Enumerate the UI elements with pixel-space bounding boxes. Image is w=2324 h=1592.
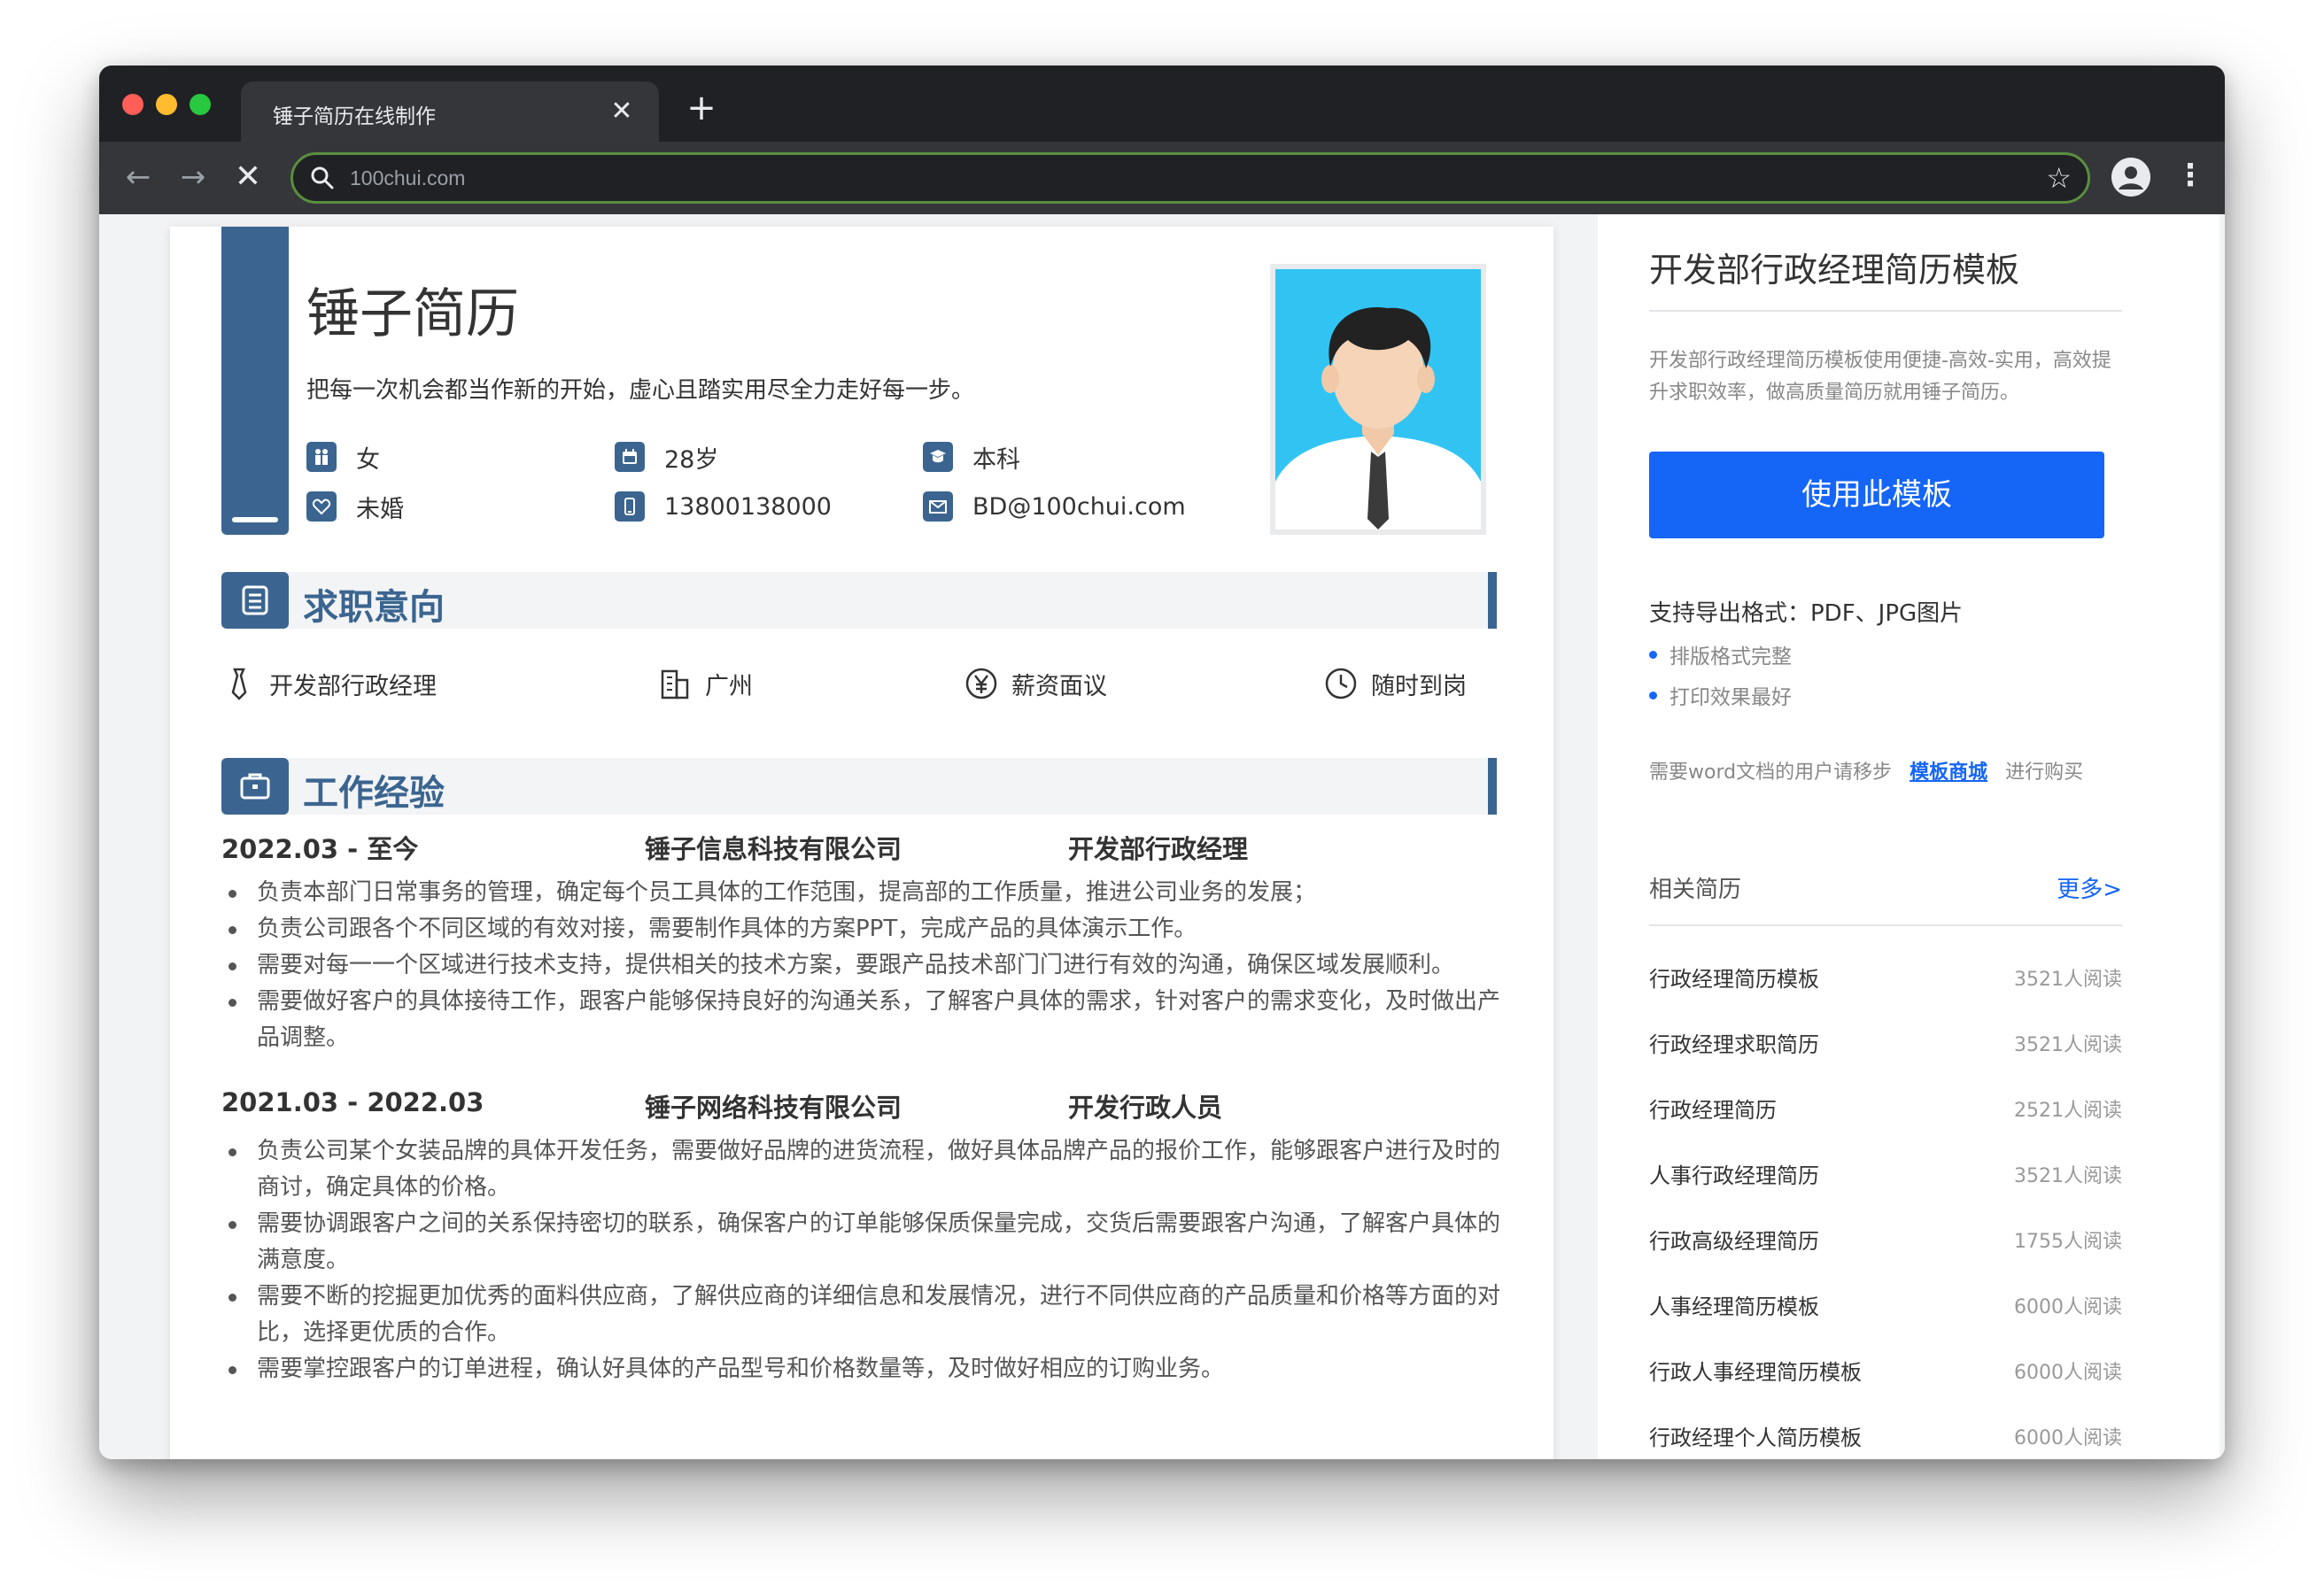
list-item: 需要不断的挖掘更加优秀的面料供应商，了解供应商的详细信息和发展情况，进行不同供应… <box>221 1279 1506 1351</box>
intent-availability: 随时到岗 <box>1323 664 1467 703</box>
minimize-window-button[interactable] <box>156 94 177 115</box>
related-item[interactable]: 行政经理求职简历 3521人阅读 <box>1649 1027 2122 1063</box>
education-icon <box>923 442 953 472</box>
heart-icon <box>306 491 337 522</box>
job-1-role: 开发部行政经理 <box>1068 834 1249 864</box>
template-title: 开发部行政经理简历模板 <box>1649 251 2020 290</box>
list-item: 负责公司跟各个不同区域的有效对接，需要制作具体的方案PPT，完成产品的具体演示工… <box>221 911 1506 947</box>
mail-icon <box>923 491 953 522</box>
browser-menu-icon[interactable]: ⋮ <box>2175 158 2205 197</box>
related-item[interactable]: 行政经理简历 2521人阅读 <box>1649 1093 2122 1128</box>
page-viewport: 锤子简历 把每一次机会都当作新的开始，虚心且踏实用尽全力走好每一步。 女 28岁 <box>99 214 2225 1459</box>
forward-arrow-icon[interactable]: → <box>174 158 213 197</box>
divider <box>1649 924 2122 926</box>
profile-photo <box>1270 264 1486 535</box>
yuan-coin-icon <box>965 668 997 699</box>
bookmark-star-icon[interactable]: ☆ <box>2046 162 2072 194</box>
header-accent-bar <box>221 227 289 535</box>
document-icon <box>221 572 289 629</box>
info-education: 本科 <box>923 439 1020 475</box>
template-store-link[interactable]: 模板商城 <box>1910 756 1987 784</box>
tie-icon <box>231 668 247 700</box>
job-1-company: 锤子信息科技有限公司 <box>645 834 902 864</box>
intent-salary: 薪资面议 <box>964 664 1107 703</box>
list-item: 需要掌控跟客户的订单进程，确认好具体的产品型号和价格数量等，及时做好相应的订购业… <box>221 1351 1506 1387</box>
profile-avatar-icon[interactable] <box>2111 158 2150 197</box>
search-icon <box>311 166 334 189</box>
job-1-period: 2022.03 - 至今 <box>221 834 419 864</box>
close-window-button[interactable] <box>122 94 143 115</box>
template-sidebar: 开发部行政经理简历模板 开发部行政经理简历模板使用便捷-高效-实用，高效提升求职… <box>1598 214 2219 1459</box>
list-item: 负责公司某个女装品牌的具体开发任务，需要做好品牌的进货流程，做好具体品牌产品的报… <box>221 1133 1506 1206</box>
info-age: 28岁 <box>615 439 718 475</box>
clock-icon <box>1325 668 1357 699</box>
account-icon <box>2111 158 2150 197</box>
section-work-experience: 工作经验 <box>221 758 1497 815</box>
related-item[interactable]: 行政人事经理简历模板 6000人阅读 <box>1649 1355 2122 1390</box>
list-item: 需要做好客户的具体接待工作，跟客户能够保持良好的沟通关系，了解客户具体的需求，针… <box>221 984 1506 1056</box>
info-marital: 未婚 <box>306 489 404 524</box>
info-email: BD@100chui.com <box>923 489 1186 524</box>
list-item: 需要对每一一个区域进行技术支持，提供相关的技术方案，要跟产品技术部门门进行有效的… <box>221 947 1506 984</box>
browser-tab[interactable]: 锤子简历在线制作 ✕ <box>241 81 659 142</box>
feature-item: 排版格式完整 <box>1649 639 1792 669</box>
job-2-duties: 负责公司某个女装品牌的具体开发任务，需要做好品牌的进货流程，做好具体品牌产品的报… <box>221 1133 1506 1387</box>
resume-preview: 锤子简历 把每一次机会都当作新的开始，虚心且踏实用尽全力走好每一步。 女 28岁 <box>170 227 1553 1459</box>
browser-toolbar: ← → ✕ 100chui.com ☆ ⋮ <box>99 142 2225 214</box>
stop-loading-icon[interactable]: ✕ <box>229 158 267 197</box>
list-item: 需要协调跟客户之间的关系保持密切的联系，确保客户的订单能够保质保量完成，交货后需… <box>221 1206 1506 1279</box>
feature-item: 打印效果最好 <box>1649 680 1792 710</box>
avatar-illustration <box>1275 269 1481 529</box>
calendar-icon <box>615 442 645 472</box>
tab-close-icon[interactable]: ✕ <box>604 94 639 129</box>
gender-icon <box>306 442 337 472</box>
related-item[interactable]: 人事经理简历模板 6000人阅读 <box>1649 1289 2122 1325</box>
export-formats: 支持导出格式：PDF、JPG图片 <box>1649 600 1964 627</box>
related-item[interactable]: 人事行政经理简历 3521人阅读 <box>1649 1158 2122 1194</box>
word-notice: 需要word文档的用户请移步 模板商城 进行购买 <box>1649 756 2083 784</box>
list-item: 负责本部门日常事务的管理，确定每个员工具体的工作范围，提高部的工作质量，推进公司… <box>221 875 1506 911</box>
phone-icon <box>615 491 645 522</box>
intent-position: 开发部行政经理 <box>221 664 437 703</box>
related-item[interactable]: 行政经理简历模板 3521人阅读 <box>1649 962 2122 997</box>
related-item[interactable]: 行政经理个人简历模板 6000人阅读 <box>1649 1420 2122 1456</box>
url-text: 100chui.com <box>350 166 466 189</box>
section-job-intent: 求职意向 <box>221 572 1497 629</box>
resume-motto: 把每一次机会都当作新的开始，虚心且踏实用尽全力走好每一步。 <box>306 377 975 404</box>
building-icon <box>661 669 689 699</box>
new-tab-icon[interactable]: + <box>682 89 721 128</box>
use-template-button[interactable]: 使用此模板 <box>1649 452 2104 538</box>
related-title: 相关简历 <box>1649 877 1742 903</box>
job-2-period: 2021.03 - 2022.03 <box>221 1087 484 1117</box>
resume-name: 锤子简历 <box>306 283 519 345</box>
back-arrow-icon[interactable]: ← <box>119 158 158 197</box>
job-2-company: 锤子网络科技有限公司 <box>645 1093 902 1123</box>
address-bar[interactable]: 100chui.com ☆ <box>290 152 2090 204</box>
job-2-role: 开发行政人员 <box>1068 1093 1223 1123</box>
maximize-window-button[interactable] <box>190 94 211 115</box>
browser-window: 锤子简历在线制作 ✕ + ← → ✕ 100chui.com ☆ ⋮ 锤子简历 … <box>99 66 2225 1459</box>
more-link[interactable]: 更多> <box>2057 871 2122 904</box>
info-gender: 女 <box>306 439 380 475</box>
intent-city: 广州 <box>657 664 753 703</box>
related-item[interactable]: 行政高级经理简历 1755人阅读 <box>1649 1224 2122 1259</box>
job-1-duties: 负责本部门日常事务的管理，确定每个员工具体的工作范围，提高部的工作质量，推进公司… <box>221 875 1506 1056</box>
divider <box>1649 310 2122 312</box>
related-header: 相关简历 更多> <box>1649 871 2122 907</box>
title-bar: 锤子简历在线制作 ✕ + <box>99 66 2225 142</box>
info-phone: 13800138000 <box>615 489 832 524</box>
briefcase-icon <box>221 758 289 815</box>
template-description: 开发部行政经理简历模板使用便捷-高效-实用，高效提升求职效率，做高质量简历就用锤… <box>1649 350 2111 404</box>
tab-title: 锤子简历在线制作 <box>273 104 436 128</box>
